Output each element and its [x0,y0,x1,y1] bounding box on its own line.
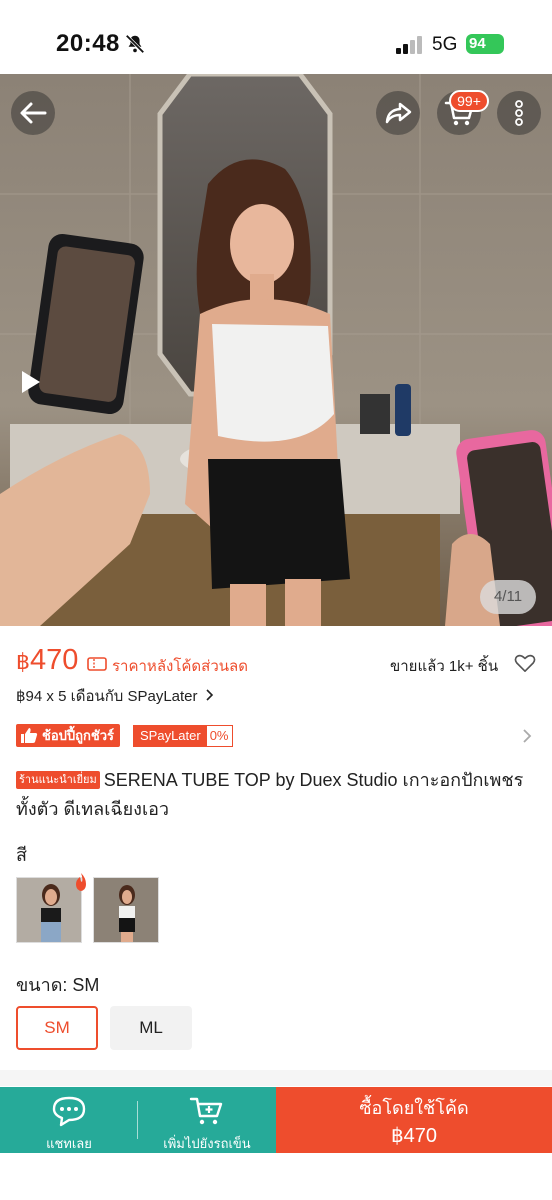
price-currency: ฿ [16,649,30,674]
chevron-right-icon[interactable] [522,728,532,744]
add-to-cart-button[interactable]: เพิ่มไปยังรถเข็น [138,1087,276,1153]
buy-with-voucher-button[interactable]: ซื้อโดยใช้โค้ด ฿470 [276,1087,552,1153]
spaylater-badge: SPayLater 0% [133,725,233,747]
size-option-ml[interactable]: ML [110,1006,192,1050]
price-note[interactable]: ราคาหลังโค้ดส่วนลด [112,654,248,678]
cart-plus-icon [189,1097,223,1125]
buy-label: ซื้อโดยใช้โค้ด [359,1098,469,1118]
shopee-guarantee-label: ช้อปปี้ถูกชัวร์ [42,728,114,743]
signal-icon [396,36,422,54]
sold-count: ขายแล้ว 1k+ ชิ้น [390,658,499,675]
size-option-sm[interactable]: SM [16,1006,98,1050]
chat-button[interactable]: แชทเลย [0,1087,138,1153]
color-option-white[interactable] [93,877,159,943]
product-price: ฿470 [16,644,78,677]
price-amount: 470 [30,644,79,676]
bell-off-icon [125,34,145,54]
preferred-shop-tag: ร้านแนะนำเยี่ยม [16,771,100,789]
installment-text: ฿94 x 5 เดือนกับ SPayLater [16,688,198,705]
image-counter: 4/11 [480,580,536,614]
status-time: 20:48 [56,30,120,57]
battery-indicator: 94 [466,34,504,54]
fire-icon [76,873,86,891]
spaylater-rate: 0% [209,728,229,743]
voucher-icon [87,657,107,671]
section-divider [0,1070,552,1086]
arrow-left-icon [20,102,47,124]
product-photo [0,74,552,626]
heart-icon[interactable] [514,653,536,673]
chevron-right-icon [206,689,213,701]
size-label: ขนาด: SM [16,975,100,995]
share-button[interactable] [376,91,420,135]
back-button[interactable] [11,91,55,135]
color-label: สี [16,845,27,865]
spaylater-label: SPayLater [134,726,207,746]
thumbs-up-icon [21,728,38,743]
status-bar: 20:48 5G 94 [0,0,552,74]
bottom-action-bar: แชทเลย เพิ่มไปยังรถเข็น ซื้อโดยใช้โค้ด ฿… [0,1087,552,1153]
white-top-thumbnail [94,878,158,942]
network-type: 5G [432,34,458,55]
share-icon [385,102,412,124]
product-image-gallery[interactable]: 99+ 4/11 [0,74,552,626]
shopee-guarantee-badge: ช้อปปี้ถูกชัวร์ [16,724,120,747]
more-options-button[interactable] [497,91,541,135]
installment-info[interactable]: ฿94 x 5 เดือนกับ SPayLater [16,684,214,708]
product-title: ร้านแนะนำเยี่ยม SERENA TUBE TOP by Duex S… [16,766,536,824]
buy-price: ฿470 [390,1125,438,1147]
more-vertical-icon [515,100,523,126]
cart-count-badge: 99+ [449,90,489,112]
add-to-cart-label: เพิ่มไปยังรถเข็น [163,1136,251,1151]
chat-icon [52,1096,86,1127]
play-video-icon[interactable] [20,369,42,395]
chat-label: แชทเลย [46,1136,92,1151]
